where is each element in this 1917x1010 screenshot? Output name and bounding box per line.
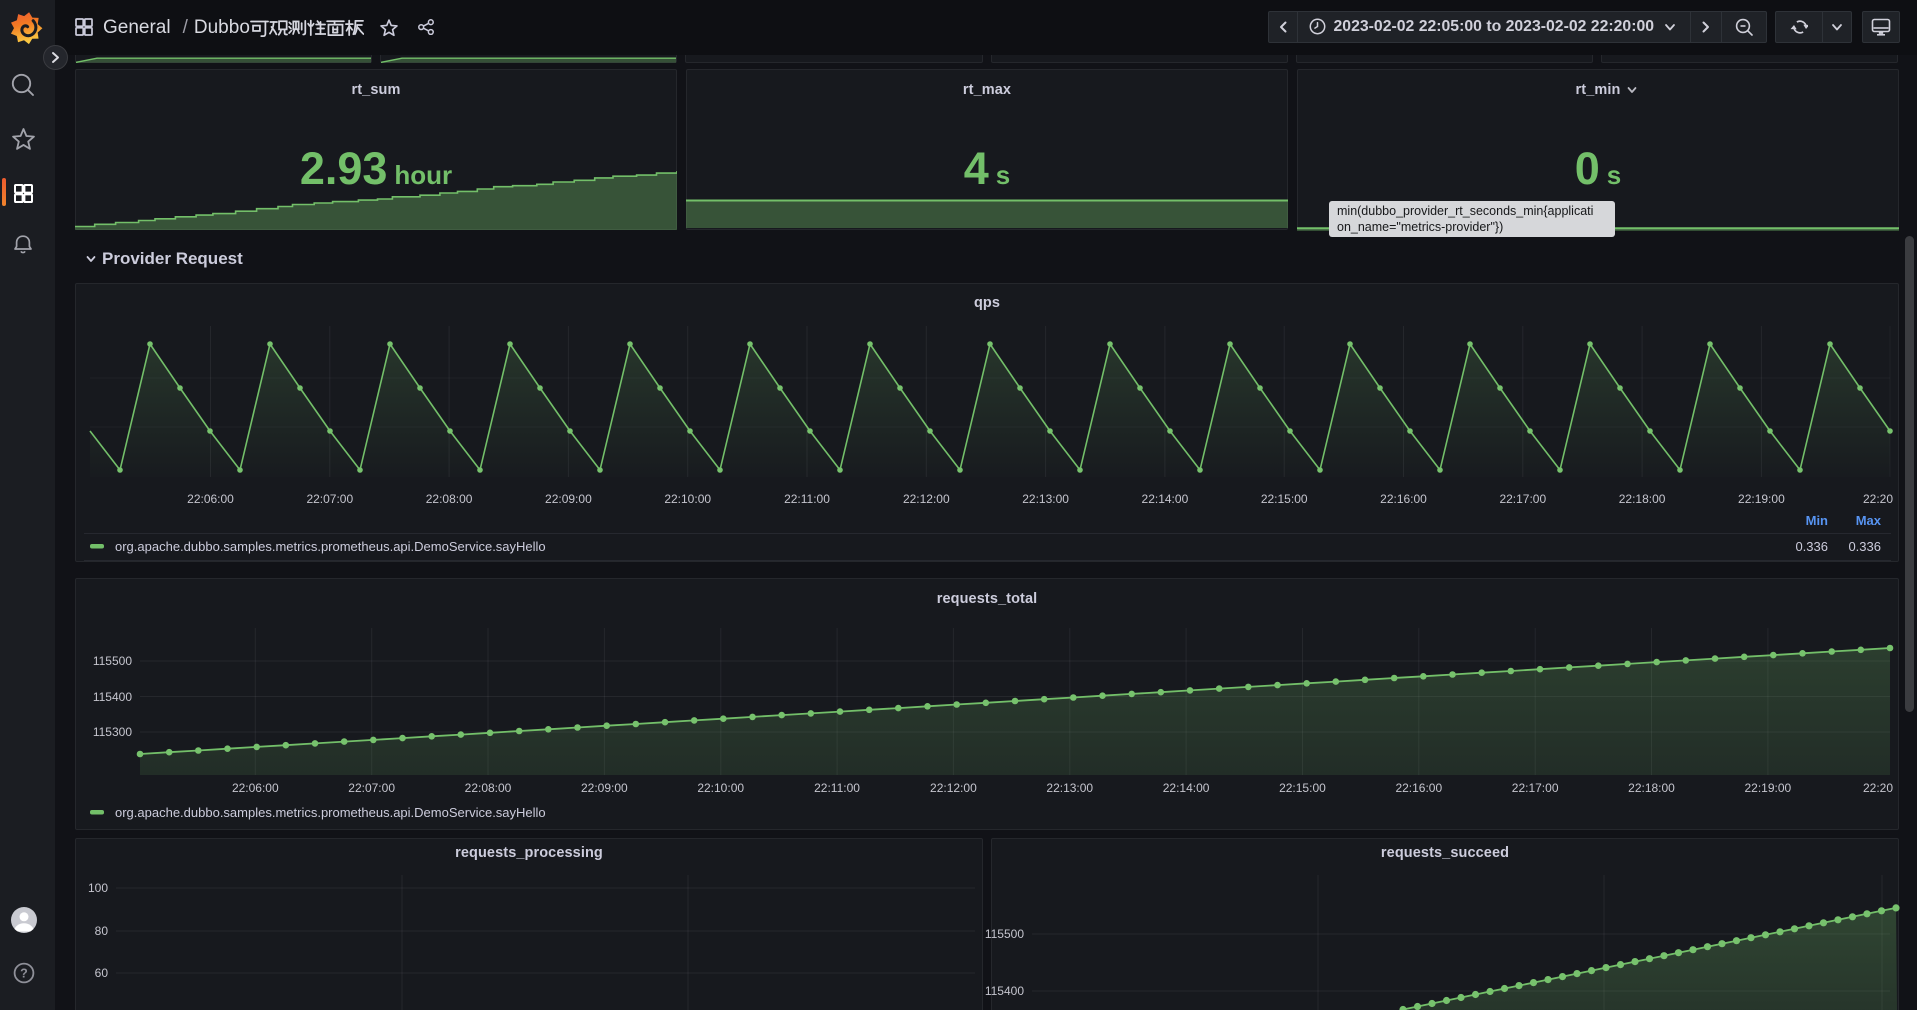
svg-text:?: ?: [20, 966, 28, 980]
